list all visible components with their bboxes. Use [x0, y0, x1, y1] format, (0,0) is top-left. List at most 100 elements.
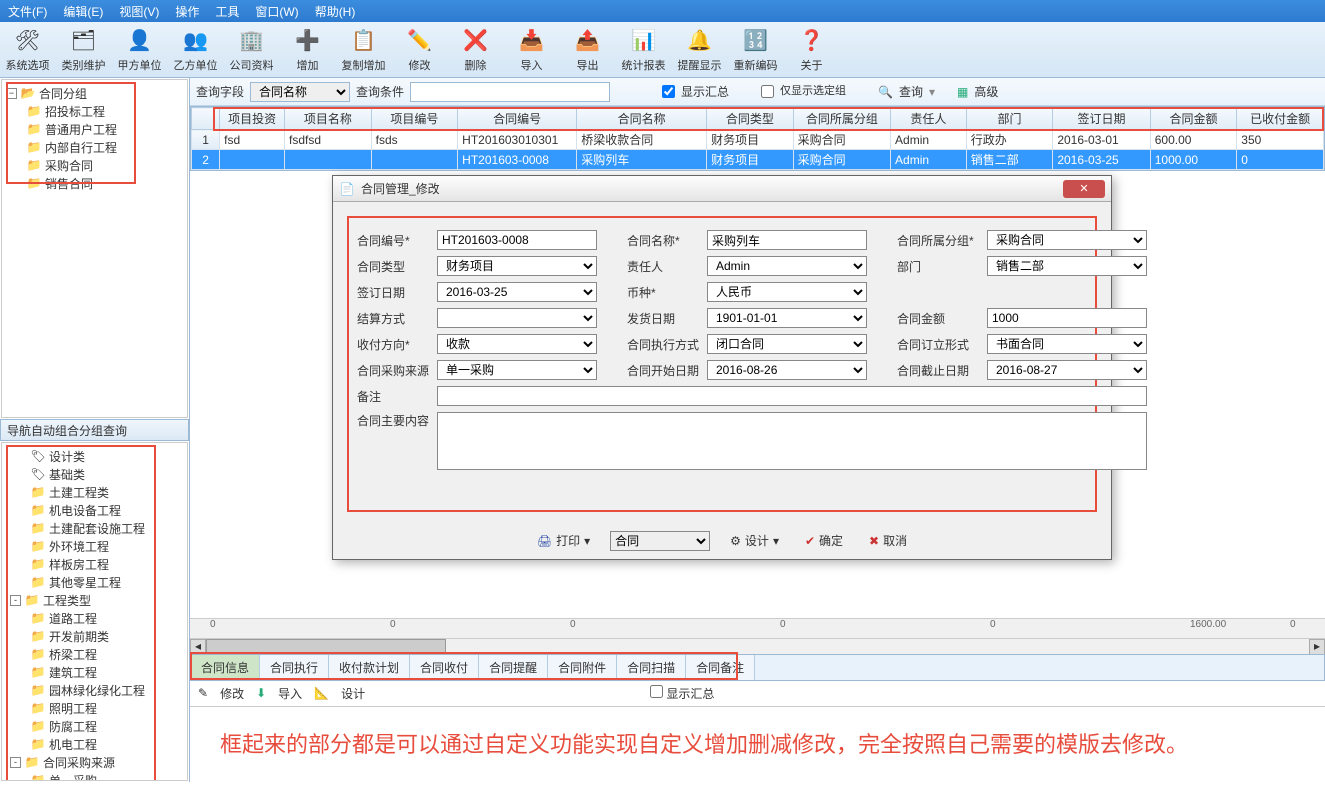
toolbar-remind[interactable]: 🔔提醒显示: [672, 22, 728, 78]
toolbar-about[interactable]: ❓关于: [784, 22, 840, 78]
cancel-button[interactable]: ✖取消: [863, 530, 913, 551]
form-select[interactable]: 书面合同: [987, 334, 1147, 354]
toolbar-party-b[interactable]: 👥乙方单位: [168, 22, 224, 78]
tree-item[interactable]: 📁内部自行工程: [6, 138, 183, 156]
toolbar-cat-maint[interactable]: 🗂类别维护: [56, 22, 112, 78]
modify-button[interactable]: 修改: [220, 685, 244, 702]
tab-1[interactable]: 合同执行: [260, 655, 329, 680]
toolbar-copy-add[interactable]: 📋复制增加: [336, 22, 392, 78]
tree-item[interactable]: 📁照明工程: [6, 699, 183, 717]
toolbar-sys-opt[interactable]: 🛠系统选项: [0, 22, 56, 78]
menu-op[interactable]: 操作: [175, 3, 199, 20]
form-select[interactable]: 闭口合同: [707, 334, 867, 354]
table-row[interactable]: 2HT201603-0008采购列车财务项目采购合同Admin销售二部2016-…: [192, 150, 1324, 170]
search-field-select[interactable]: 合同名称: [250, 82, 350, 102]
tree-item[interactable]: 📁开发前期类: [6, 627, 183, 645]
tree-item[interactable]: 📁土建配套设施工程: [6, 519, 183, 537]
advanced-button[interactable]: 高级: [974, 83, 998, 100]
tree-item[interactable]: 📁其他零星工程: [6, 573, 183, 591]
menu-help[interactable]: 帮助(H): [315, 3, 356, 20]
menu-view[interactable]: 视图(V): [119, 3, 159, 20]
design-dlg-button[interactable]: ⚙设计 ▾: [724, 530, 785, 551]
form-select[interactable]: [437, 308, 597, 328]
form-select[interactable]: 单一采购: [437, 360, 597, 380]
form-select[interactable]: 2016-08-26: [707, 360, 867, 380]
color-select[interactable]: 合同: [610, 531, 710, 551]
tab-4[interactable]: 合同提醒: [479, 655, 548, 680]
tree-item[interactable]: 📁外环境工程: [6, 537, 183, 555]
grid-header[interactable]: 项目编号: [371, 108, 458, 130]
tree-item[interactable]: -📁工程类型: [6, 591, 183, 609]
form-input[interactable]: [987, 308, 1147, 328]
tab-3[interactable]: 合同收付: [410, 655, 479, 680]
show-total-checkbox[interactable]: [662, 85, 675, 98]
toolbar-company[interactable]: 🏢公司资料: [224, 22, 280, 78]
query-button[interactable]: 查询: [899, 83, 923, 100]
tab-0[interactable]: 合同信息: [191, 655, 260, 680]
grid-header[interactable]: 合同名称: [577, 108, 707, 130]
form-input[interactable]: [707, 230, 867, 250]
form-select[interactable]: 2016-03-25: [437, 282, 597, 302]
tree-item[interactable]: 📁道路工程: [6, 609, 183, 627]
horizontal-scrollbar[interactable]: ◂ ▸: [190, 638, 1325, 654]
print-button[interactable]: 🖨打印 ▾: [531, 530, 596, 551]
toolbar-add[interactable]: ➕增加: [280, 22, 336, 78]
form-input[interactable]: [437, 230, 597, 250]
form-select[interactable]: 采购合同: [987, 230, 1147, 250]
tree-item[interactable]: 🏷基础类: [6, 465, 183, 483]
tree-root[interactable]: −📂合同分组: [6, 84, 183, 102]
detail-showtotal-checkbox[interactable]: [650, 685, 663, 698]
remark-input[interactable]: [437, 386, 1147, 406]
tab-2[interactable]: 收付款计划: [329, 655, 410, 680]
menu-window[interactable]: 窗口(W): [255, 3, 298, 20]
tree-item[interactable]: 📁建筑工程: [6, 663, 183, 681]
table-row[interactable]: 1fsdfsdfsdfsdsHT201603010301桥梁收款合同财务项目采购…: [192, 130, 1324, 150]
tab-7[interactable]: 合同备注: [686, 655, 755, 680]
tree-item[interactable]: 📁桥梁工程: [6, 645, 183, 663]
only-selected-checkbox[interactable]: [761, 85, 774, 98]
form-select[interactable]: 1901-01-01: [707, 308, 867, 328]
contract-grid[interactable]: 项目投资项目名称项目编号合同编号合同名称合同类型合同所属分组责任人部门签订日期合…: [190, 106, 1325, 171]
grid-header[interactable]: 合同所属分组: [793, 108, 890, 130]
tree-item[interactable]: 📁防腐工程: [6, 717, 183, 735]
toolbar-export[interactable]: 📤导出: [560, 22, 616, 78]
horizontal-ruler[interactable]: 0 0 0 0 0 1600.00 0: [190, 618, 1325, 638]
toolbar-party-a[interactable]: 👤甲方单位: [112, 22, 168, 78]
form-select[interactable]: Admin: [707, 256, 867, 276]
design-button[interactable]: 设计: [341, 685, 365, 702]
tree-item[interactable]: 📁单一采购: [6, 771, 183, 781]
grid-header[interactable]: 项目名称: [285, 108, 372, 130]
menu-tool[interactable]: 工具: [215, 3, 239, 20]
content-textarea[interactable]: [437, 412, 1147, 470]
toolbar-stat[interactable]: 📊统计报表: [616, 22, 672, 78]
toolbar-recode[interactable]: 🔢重新编码: [728, 22, 784, 78]
close-button[interactable]: ✕: [1063, 180, 1105, 198]
search-cond-input[interactable]: [410, 82, 610, 102]
grid-header[interactable]: 部门: [966, 108, 1053, 130]
toolbar-modify[interactable]: ✏️修改: [392, 22, 448, 78]
grid-header[interactable]: 合同类型: [707, 108, 794, 130]
toolbar-import[interactable]: 📥导入: [504, 22, 560, 78]
dialog-titlebar[interactable]: 📄 合同管理_修改 ✕: [333, 176, 1111, 202]
tab-5[interactable]: 合同附件: [548, 655, 617, 680]
toolbar-delete[interactable]: ❌删除: [448, 22, 504, 78]
tree-item[interactable]: 📁样板房工程: [6, 555, 183, 573]
form-select[interactable]: 收款: [437, 334, 597, 354]
tree-item[interactable]: 📁园林绿化绿化工程: [6, 681, 183, 699]
form-select[interactable]: 人民币: [707, 282, 867, 302]
grid-header[interactable]: 已收付金额: [1237, 108, 1324, 130]
grid-header[interactable]: 合同编号: [458, 108, 577, 130]
tree-item[interactable]: 📁销售合同: [6, 174, 183, 192]
grid-header[interactable]: 责任人: [891, 108, 967, 130]
ok-button[interactable]: ✔确定: [799, 530, 849, 551]
menu-edit[interactable]: 编辑(E): [63, 3, 103, 20]
form-select[interactable]: 销售二部: [987, 256, 1147, 276]
tree-item[interactable]: -📁合同采购来源: [6, 753, 183, 771]
form-select[interactable]: 2016-08-27: [987, 360, 1147, 380]
grid-header[interactable]: 项目投资: [220, 108, 285, 130]
tree-item[interactable]: 📁机电设备工程: [6, 501, 183, 519]
tree-item[interactable]: 📁土建工程类: [6, 483, 183, 501]
grid-header[interactable]: 合同金额: [1150, 108, 1237, 130]
grid-header[interactable]: 签订日期: [1053, 108, 1150, 130]
tree-item[interactable]: 📁机电工程: [6, 735, 183, 753]
